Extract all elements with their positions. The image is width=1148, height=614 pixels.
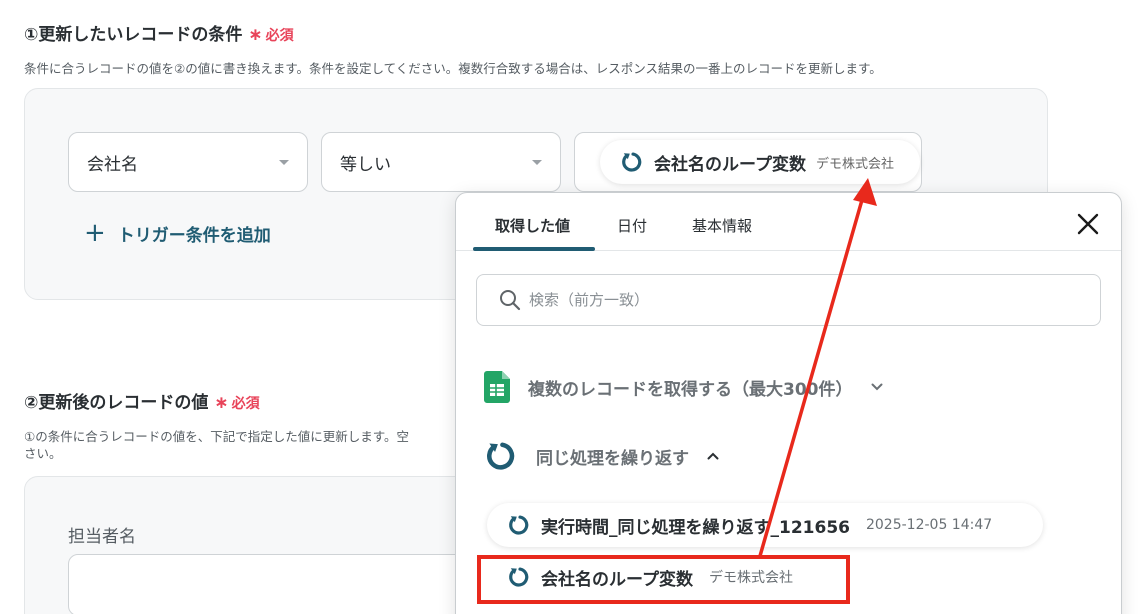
- group-label: 複数のレコードを取得する（最大300件）: [528, 379, 853, 400]
- tab-acquired-values[interactable]: 取得した値: [495, 215, 570, 236]
- tab-date[interactable]: 日付: [617, 215, 647, 236]
- item-label: 実行時間_同じ処理を繰り返す_121656: [541, 517, 850, 538]
- popup-tabs: 取得した値 日付 基本情報: [456, 193, 1121, 251]
- required-badge: ∗ 必須: [214, 393, 260, 413]
- highlight-box: [477, 555, 850, 604]
- chip-label: 会社名のループ変数: [654, 154, 806, 175]
- required-star: ∗: [214, 393, 229, 413]
- group-get-multiple-records[interactable]: 複数のレコードを取得する（最大300件）: [484, 371, 883, 403]
- close-icon[interactable]: [1075, 211, 1101, 237]
- sheets-icon: [484, 371, 510, 403]
- section1-description: 条件に合うレコードの値を②の値に書き換えます。条件を設定してください。複数行合致…: [24, 61, 882, 76]
- section1-title-text: ①更新したいレコードの条件: [24, 25, 243, 45]
- field-select[interactable]: 会社名: [68, 132, 308, 192]
- value-picker-popup: 取得した値 日付 基本情報 複数のレコードを取得する（最大300件） 同じ処理を…: [455, 192, 1122, 614]
- operator-select[interactable]: 等しい: [321, 132, 561, 192]
- section2-title-text: ②更新後のレコードの値: [24, 393, 209, 413]
- loop-icon: [484, 439, 518, 473]
- search-icon: [500, 290, 521, 311]
- chip-value: デモ株式会社: [815, 156, 894, 172]
- required-badge: ∗ 必須: [248, 25, 294, 45]
- chevron-down-icon: [871, 383, 882, 391]
- plus-icon: +: [84, 218, 106, 248]
- field-select-value: 会社名: [87, 154, 138, 175]
- section2-description-line2: さい。: [24, 446, 62, 461]
- required-label: 必須: [265, 28, 294, 44]
- add-trigger-condition-button[interactable]: + トリガー条件を追加: [84, 220, 271, 246]
- loop-icon: [507, 513, 531, 537]
- active-tab-indicator: [473, 247, 595, 251]
- group-repeat-process[interactable]: 同じ処理を繰り返す: [484, 439, 719, 473]
- loop-icon: [620, 150, 644, 174]
- operator-select-value: 等しい: [340, 154, 391, 175]
- section1-title: ①更新したいレコードの条件 ∗ 必須: [24, 20, 294, 45]
- chevron-up-icon: [707, 452, 719, 460]
- item-value: 2025-12-05 14:47: [865, 517, 993, 533]
- search-field: [476, 274, 1101, 326]
- add-trigger-label: トリガー条件を追加: [117, 225, 271, 246]
- group-label: 同じ処理を繰り返す: [536, 448, 689, 469]
- tab-basic-info[interactable]: 基本情報: [692, 215, 752, 236]
- required-star: ∗: [248, 25, 263, 45]
- chevron-down-icon: [532, 159, 542, 165]
- section2-description-line1: ①の条件に合うレコードの値を、下記で指定した値に更新します。空: [24, 429, 409, 444]
- tanto-input[interactable]: [68, 554, 488, 614]
- required-label: 必須: [231, 396, 260, 412]
- field-label-tanto: 担当者名: [68, 527, 136, 547]
- chevron-down-icon: [279, 159, 289, 165]
- value-item-execution-time[interactable]: 実行時間_同じ処理を繰り返す_121656 2025-12-05 14:47: [487, 503, 1043, 547]
- search-input[interactable]: [529, 291, 1089, 309]
- section2-title: ②更新後のレコードの値 ∗ 必須: [24, 388, 260, 413]
- value-variable-chip[interactable]: 会社名のループ変数 デモ株式会社: [600, 140, 920, 184]
